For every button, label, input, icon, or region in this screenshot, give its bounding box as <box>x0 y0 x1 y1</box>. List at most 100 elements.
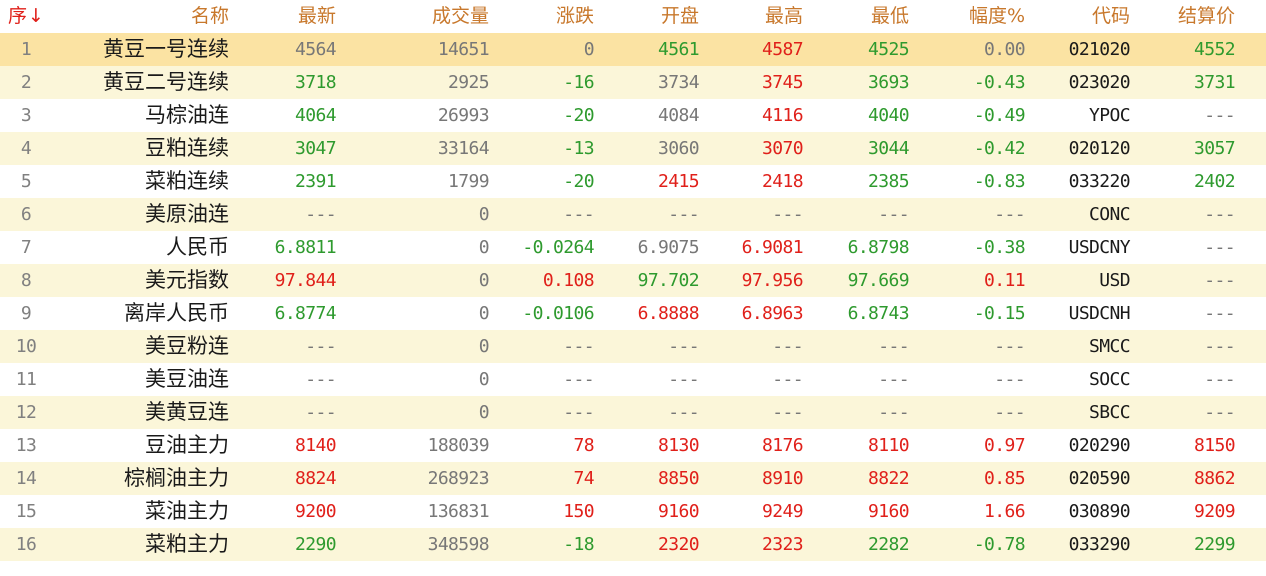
column-header-label: 最低 <box>870 5 909 27</box>
table-row[interactable]: 15 菜油主力 9200 136831 150 9160 9249 9160 1.66 03089… <box>0 495 1266 528</box>
cell-change: --- <box>563 402 594 423</box>
cell-pct: --- <box>994 204 1025 225</box>
cell-name: 黄豆一号连续 <box>103 37 229 61</box>
column-header-label: 结算价 <box>1177 5 1235 27</box>
column-header-name[interactable]: 名称 <box>52 0 229 33</box>
cell-high: 97.956 <box>741 270 804 291</box>
cell-high: 3745 <box>762 72 804 93</box>
cell-volume: 14651 <box>437 39 490 60</box>
column-header-latest[interactable]: 最新 <box>236 0 336 33</box>
cell-latest: --- <box>305 369 336 390</box>
cell-volume: 188039 <box>427 435 490 456</box>
cell-change: 0 <box>583 39 595 60</box>
cell-settle: --- <box>1204 402 1235 423</box>
cell-volume: 0 <box>478 336 490 357</box>
cell-settle: --- <box>1204 105 1235 126</box>
cell-latest: 6.8774 <box>274 303 337 324</box>
cell-volume: 348598 <box>427 534 490 555</box>
cell-code: USDCNY <box>1068 237 1131 258</box>
table-row[interactable]: 12 美黄豆连 --- 0 --- --- --- --- --- SBCC --- <box>0 396 1266 429</box>
cell-open: 2320 <box>658 534 700 555</box>
cell-code: 021020 <box>1068 39 1131 60</box>
cell-code: USD <box>1099 270 1130 291</box>
cell-open: 9160 <box>658 501 700 522</box>
cell-seq: 12 <box>15 402 37 423</box>
cell-seq: 13 <box>15 435 37 456</box>
column-header-high[interactable]: 最高 <box>703 0 803 33</box>
table-row[interactable]: 8 美元指数 97.844 0 0.108 97.702 97.956 97.669 0.11 U… <box>0 264 1266 297</box>
table-row[interactable]: 14 棕榈油主力 8824 268923 74 8850 8910 8822 0.85 02059… <box>0 462 1266 495</box>
cell-high: 2323 <box>762 534 804 555</box>
cell-settle: 3731 <box>1194 72 1236 93</box>
cell-name: 黄豆二号连续 <box>103 70 229 94</box>
cell-seq: 7 <box>20 237 32 258</box>
cell-change: 0.108 <box>542 270 595 291</box>
table-header: 序↓ 名称 最新 成交量 涨跌 开盘 最高 最低 幅度% 代码 结算价 <box>0 0 1266 33</box>
table-row[interactable]: 5 菜粕连续 2391 1799 -20 2415 2418 2385 -0.83 033220 2… <box>0 165 1266 198</box>
cell-change: --- <box>563 369 594 390</box>
cell-high: 3070 <box>762 138 804 159</box>
cell-name: 棕榈油主力 <box>124 466 229 490</box>
column-header-settle[interactable]: 结算价 <box>1135 0 1235 33</box>
cell-latest: 2290 <box>295 534 337 555</box>
cell-seq: 15 <box>15 501 37 522</box>
cell-pct: -0.78 <box>973 534 1026 555</box>
cell-volume: 1799 <box>448 171 490 192</box>
cell-low: --- <box>878 369 909 390</box>
cell-change: --- <box>563 204 594 225</box>
table-row[interactable]: 13 豆油主力 8140 188039 78 8130 8176 8110 0.97 020290… <box>0 429 1266 462</box>
cell-latest: --- <box>305 402 336 423</box>
column-header-label: 最新 <box>297 5 336 27</box>
cell-settle: 3057 <box>1194 138 1236 159</box>
cell-change: -0.0106 <box>522 303 594 324</box>
cell-volume: 0 <box>478 369 490 390</box>
cell-low: 3693 <box>868 72 910 93</box>
cell-latest: 6.8811 <box>274 237 337 258</box>
column-header-code[interactable]: 代码 <box>1030 0 1130 33</box>
column-header-pct[interactable]: 幅度% <box>925 0 1025 33</box>
cell-pct: -0.15 <box>973 303 1026 324</box>
cell-settle: 8862 <box>1194 468 1236 489</box>
table-row[interactable]: 9 离岸人民币 6.8774 0 -0.0106 6.8888 6.8963 6.8743 -0… <box>0 297 1266 330</box>
column-header-seq[interactable]: 序↓ <box>0 0 52 33</box>
cell-open: 6.9075 <box>637 237 700 258</box>
column-header-label: 名称 <box>190 5 229 27</box>
table-row[interactable]: 16 菜粕主力 2290 348598 -18 2320 2323 2282 -0.78 0332… <box>0 528 1266 561</box>
table-row[interactable]: 4 豆粕连续 3047 33164 -13 3060 3070 3044 -0.42 020120… <box>0 132 1266 165</box>
cell-change: -16 <box>563 72 594 93</box>
table-row[interactable]: 2 黄豆二号连续 3718 2925 -16 3734 3745 3693 -0.43 02302… <box>0 66 1266 99</box>
cell-code: 020290 <box>1068 435 1131 456</box>
table-row[interactable]: 10 美豆粉连 --- 0 --- --- --- --- --- SMCC --- <box>0 330 1266 363</box>
column-header-change[interactable]: 涨跌 <box>494 0 594 33</box>
column-header-low[interactable]: 最低 <box>809 0 909 33</box>
cell-low: 6.8798 <box>847 237 910 258</box>
cell-code: YPOC <box>1089 105 1131 126</box>
table-row[interactable]: 7 人民币 6.8811 0 -0.0264 6.9075 6.9081 6.8798 -0.3… <box>0 231 1266 264</box>
table-row[interactable]: 11 美豆油连 --- 0 --- --- --- --- --- SOCC --- <box>0 363 1266 396</box>
cell-pct: -0.83 <box>973 171 1026 192</box>
cell-volume: 268923 <box>427 468 490 489</box>
cell-open: --- <box>668 336 699 357</box>
cell-change: -13 <box>563 138 594 159</box>
cell-high: 6.8963 <box>741 303 804 324</box>
cell-code: 033220 <box>1068 171 1131 192</box>
column-header-volume[interactable]: 成交量 <box>369 0 489 33</box>
cell-change: -20 <box>563 105 594 126</box>
cell-name: 美豆粉连 <box>145 334 229 358</box>
cell-seq: 4 <box>20 138 32 159</box>
cell-settle: --- <box>1204 336 1235 357</box>
column-header-label: 序 <box>8 5 28 27</box>
column-header-open[interactable]: 开盘 <box>599 0 699 33</box>
cell-seq: 8 <box>20 270 32 291</box>
cell-high: --- <box>772 336 803 357</box>
table-row[interactable]: 6 美原油连 --- 0 --- --- --- --- --- CONC --- <box>0 198 1266 231</box>
cell-change: -18 <box>563 534 594 555</box>
cell-pct: 0.85 <box>984 468 1026 489</box>
cell-pct: --- <box>994 369 1025 390</box>
table-row[interactable]: 1 黄豆一号连续 4564 14651 0 4561 4587 4525 0.00 021020 4… <box>0 33 1266 66</box>
cell-low: 4040 <box>868 105 910 126</box>
cell-latest: 8824 <box>295 468 337 489</box>
cell-change: -0.0264 <box>522 237 594 258</box>
cell-latest: 8140 <box>295 435 337 456</box>
table-row[interactable]: 3 马棕油连 4064 26993 -20 4084 4116 4040 -0.49 YPOC --… <box>0 99 1266 132</box>
